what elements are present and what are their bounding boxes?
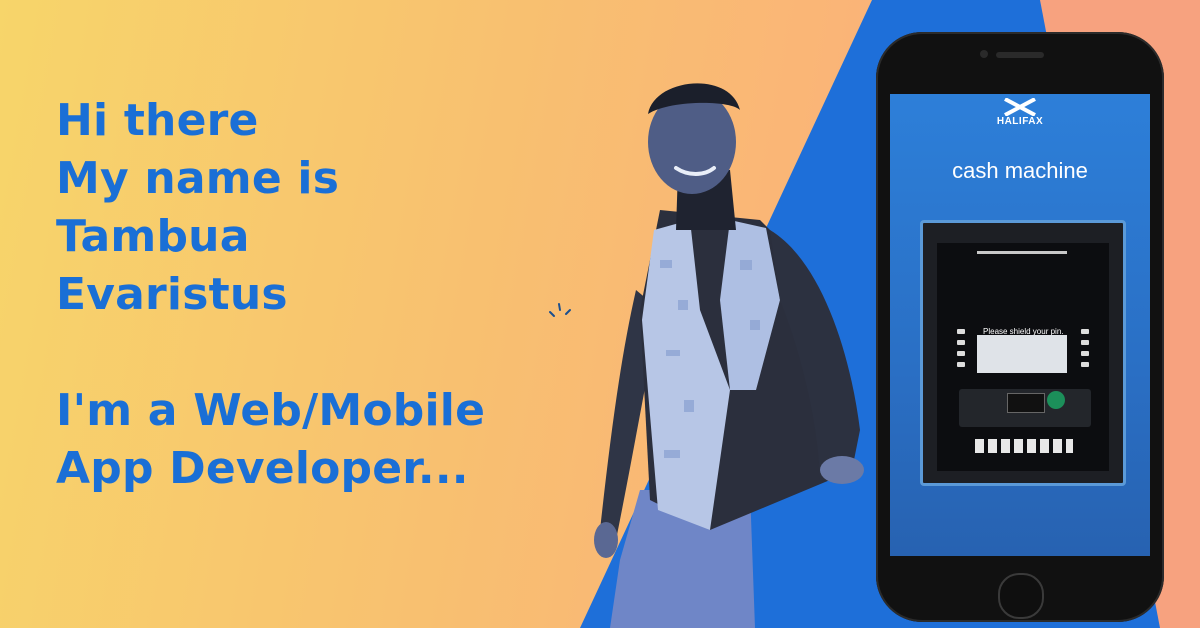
atm-light-strip [977, 251, 1067, 254]
atm-left-keys [957, 329, 967, 373]
atm-card-slot-light [1047, 391, 1065, 409]
first-name-line: Tambua [56, 211, 250, 262]
role-line-2: App Developer... [56, 443, 469, 494]
front-camera [980, 50, 988, 58]
atm-keypad [975, 439, 1073, 453]
atm-display [977, 335, 1067, 373]
greeting-line: Hi there [56, 95, 259, 146]
atm-right-keys [1081, 329, 1091, 373]
atm-fascia: Please shield your pin. [937, 243, 1109, 471]
sparkle-doodle [549, 303, 571, 317]
last-name-line: Evaristus [56, 269, 288, 320]
smartphone-mockup: HALIFAX cash machine Please shield your … [876, 32, 1164, 622]
brand-wordmark: HALIFAX [996, 116, 1044, 127]
atm-notice-label [1007, 393, 1045, 413]
home-button [998, 573, 1044, 619]
phone-screen: HALIFAX cash machine Please shield your … [890, 94, 1150, 556]
role-line-1: I'm a Web/Mobile [56, 385, 486, 436]
developer-portrait [594, 83, 864, 628]
name-intro-line: My name is [56, 153, 340, 204]
halifax-cross-icon [1004, 98, 1036, 116]
earpiece-speaker [996, 52, 1044, 58]
intro-headline: Hi there My name is Tambua Evaristus I'm… [56, 92, 485, 498]
atm-machine: Please shield your pin. [920, 220, 1126, 486]
atm-caption: cash machine [952, 158, 1088, 183]
